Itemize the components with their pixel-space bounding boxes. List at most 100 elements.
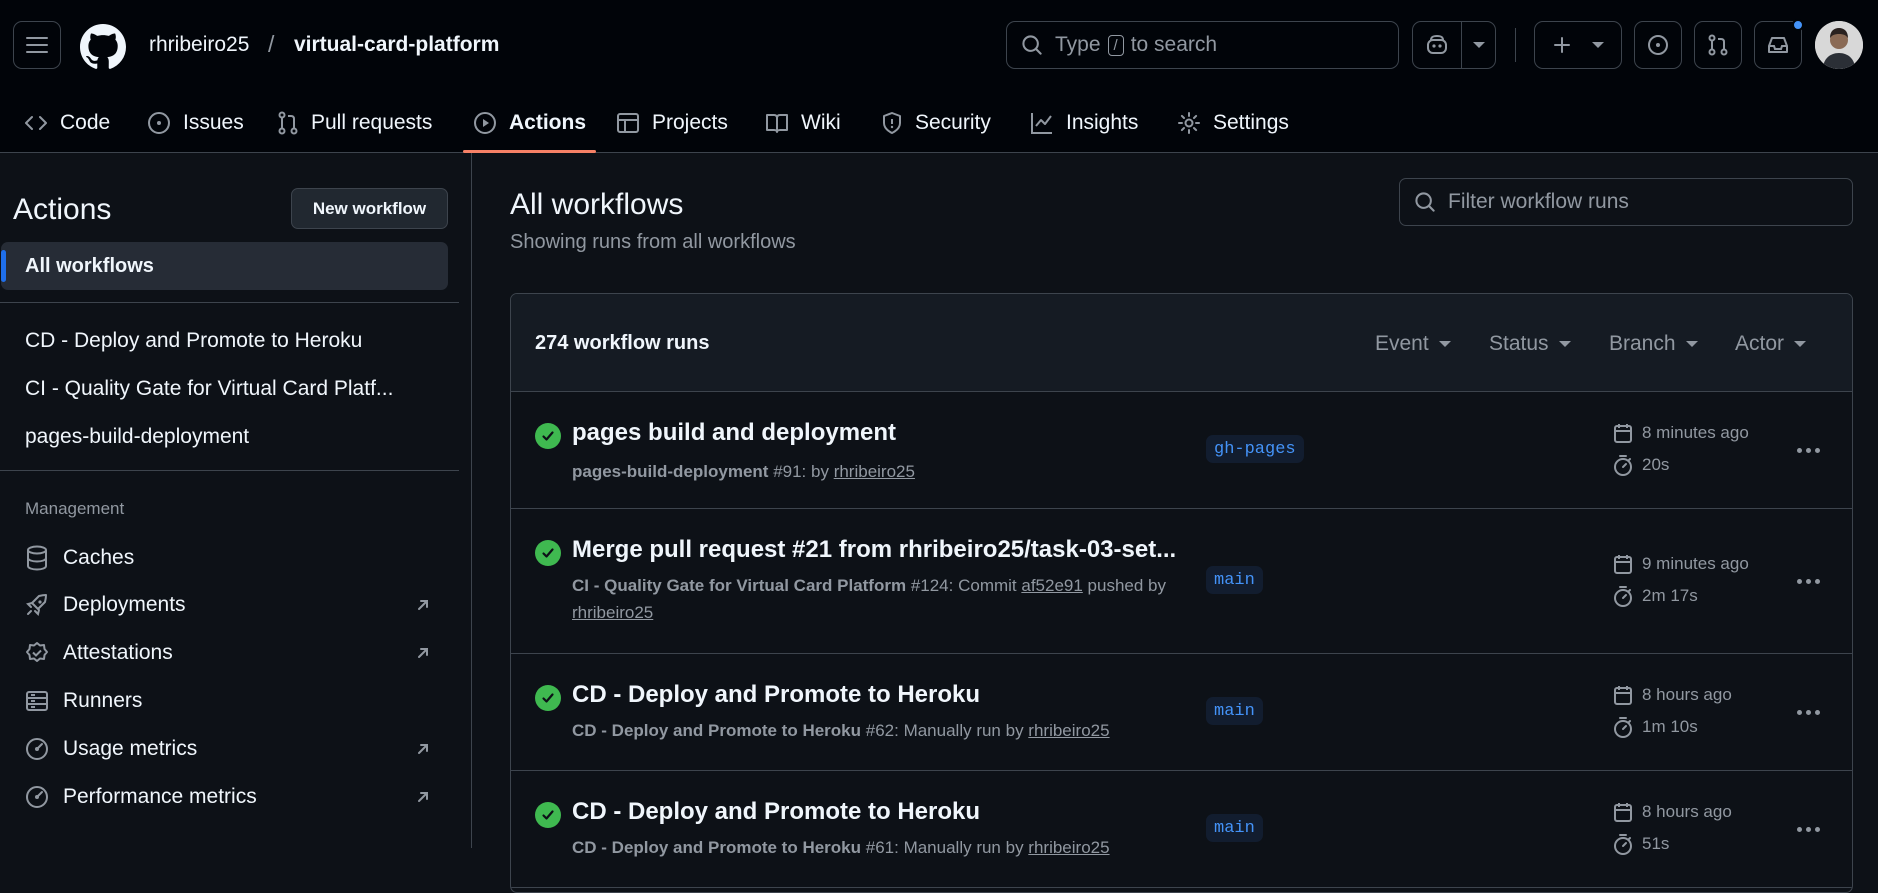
workflow-run-row[interactable]: pages build and deployment pages-build-d… bbox=[511, 392, 1852, 509]
git-pull-request-icon bbox=[277, 111, 299, 135]
branch-label[interactable]: gh-pages bbox=[1206, 435, 1304, 463]
your-issues-button[interactable] bbox=[1634, 21, 1682, 69]
sidebar-workflow-ci[interactable]: CI - Quality Gate for Virtual Card Platf… bbox=[25, 377, 393, 401]
workflow-run-row[interactable]: CD - Deploy and Promote to Heroku CD - D… bbox=[511, 654, 1852, 771]
meter-icon bbox=[25, 785, 49, 809]
gear-icon bbox=[1177, 111, 1201, 135]
git-pull-request-icon bbox=[1708, 34, 1728, 56]
sidebar-title: Actions bbox=[13, 193, 112, 226]
branch-label[interactable]: main bbox=[1206, 697, 1263, 725]
run-actor-link[interactable]: rhribeiro25 bbox=[572, 603, 653, 622]
run-title-link[interactable]: CD - Deploy and Promote to Heroku bbox=[572, 681, 980, 709]
run-actor-link[interactable]: rhribeiro25 bbox=[1028, 721, 1109, 740]
book-icon bbox=[765, 112, 789, 134]
workflow-run-row[interactable]: CD - Deploy and Promote to Heroku CD - D… bbox=[511, 771, 1852, 888]
run-detail: #91: by bbox=[768, 462, 834, 481]
sidebar-item-attestations[interactable]: Attestations bbox=[25, 641, 173, 665]
performance-metrics-label: Performance metrics bbox=[63, 785, 257, 808]
your-pull-requests-button[interactable] bbox=[1694, 21, 1742, 69]
repo-name-link[interactable]: virtual-card-platform bbox=[294, 33, 499, 57]
tab-wiki[interactable]: Wiki bbox=[765, 92, 841, 153]
sidebar-workflow-pages[interactable]: pages-build-deployment bbox=[25, 425, 249, 449]
chevron-down-icon bbox=[1685, 341, 1698, 347]
run-workflow-name: CD - Deploy and Promote to Heroku bbox=[572, 721, 862, 740]
global-search-input[interactable]: Type / to search bbox=[1006, 21, 1399, 69]
run-title-link[interactable]: CD - Deploy and Promote to Heroku bbox=[572, 798, 980, 826]
tab-projects-label: Projects bbox=[652, 110, 728, 134]
kebab-horizontal-icon[interactable] bbox=[1797, 710, 1820, 715]
actions-sidebar: Actions New workflow All workflows CD - … bbox=[0, 153, 472, 848]
tab-issues[interactable]: Issues bbox=[147, 92, 244, 153]
kebab-horizontal-icon[interactable] bbox=[1797, 448, 1820, 453]
sidebar-workflow-cd[interactable]: CD - Deploy and Promote to Heroku bbox=[25, 329, 362, 353]
branch-filter-dropdown[interactable]: Branch bbox=[1609, 332, 1698, 356]
sidebar-item-deployments[interactable]: Deployments bbox=[25, 593, 186, 617]
tab-settings-label: Settings bbox=[1213, 110, 1289, 134]
kebab-horizontal-icon[interactable] bbox=[1797, 579, 1820, 584]
tab-wiki-label: Wiki bbox=[801, 110, 841, 134]
run-commit-link[interactable]: af52e91 bbox=[1021, 576, 1082, 595]
chevron-down-icon bbox=[1558, 341, 1571, 347]
graph-icon bbox=[1030, 111, 1054, 135]
search-shortcut-key: / bbox=[1107, 34, 1124, 56]
copilot-button[interactable] bbox=[1412, 21, 1496, 69]
workflow-run-row[interactable]: Merge pull request #21 from rhribeiro25/… bbox=[511, 509, 1852, 654]
check-circle-icon bbox=[535, 423, 561, 449]
table-icon bbox=[616, 111, 640, 135]
branch-label[interactable]: main bbox=[1206, 566, 1263, 594]
tab-pull-requests[interactable]: Pull requests bbox=[277, 92, 432, 153]
run-actor-link[interactable]: rhribeiro25 bbox=[834, 462, 915, 481]
new-workflow-button[interactable]: New workflow bbox=[291, 188, 448, 229]
hamburger-icon bbox=[26, 37, 48, 53]
workflow-runs-list: 274 workflow runs Event Status Branch Ac… bbox=[510, 293, 1853, 893]
create-new-button[interactable] bbox=[1534, 21, 1622, 69]
tab-actions[interactable]: Actions bbox=[462, 92, 597, 153]
copilot-divider bbox=[1461, 22, 1462, 68]
branch-label[interactable]: main bbox=[1206, 814, 1263, 842]
run-timestamp: 8 hours ago bbox=[1613, 684, 1732, 706]
run-timestamp: 8 hours ago bbox=[1613, 801, 1732, 823]
runners-label: Runners bbox=[63, 689, 143, 712]
repo-owner-link[interactable]: rhribeiro25 bbox=[149, 33, 249, 57]
event-filter-dropdown[interactable]: Event bbox=[1375, 332, 1451, 356]
shield-icon bbox=[881, 111, 903, 135]
run-detail: #62: Manually run by bbox=[861, 721, 1029, 740]
tab-settings[interactable]: Settings bbox=[1177, 92, 1289, 153]
sidebar-item-usage-metrics[interactable]: Usage metrics bbox=[25, 737, 197, 761]
attestations-label: Attestations bbox=[63, 641, 173, 664]
copilot-dropdown-icon[interactable] bbox=[1473, 42, 1485, 48]
run-title-link[interactable]: Merge pull request #21 from rhribeiro25/… bbox=[572, 536, 1176, 564]
play-icon bbox=[473, 111, 497, 135]
external-link-icon bbox=[414, 644, 432, 662]
tab-code[interactable]: Code bbox=[24, 92, 110, 153]
status-filter-dropdown[interactable]: Status bbox=[1489, 332, 1571, 356]
global-header: rhribeiro25 / virtual-card-platform Type… bbox=[0, 0, 1878, 153]
actor-filter-dropdown[interactable]: Actor bbox=[1735, 332, 1807, 356]
sidebar-item-all-workflows[interactable]: All workflows bbox=[1, 242, 448, 290]
usage-metrics-label: Usage metrics bbox=[63, 737, 198, 760]
sidebar-item-runners[interactable]: Runners bbox=[25, 689, 142, 713]
run-timestamp: 8 minutes ago bbox=[1613, 422, 1749, 444]
actor-filter-label: Actor bbox=[1735, 332, 1785, 355]
run-duration: 1m 10s bbox=[1613, 716, 1698, 738]
kebab-horizontal-icon[interactable] bbox=[1797, 827, 1820, 832]
tab-projects[interactable]: Projects bbox=[616, 92, 728, 153]
sidebar-item-label: All workflows bbox=[25, 255, 154, 277]
run-when: 8 minutes ago bbox=[1642, 423, 1749, 442]
github-logo-icon[interactable] bbox=[80, 24, 126, 70]
sidebar-item-caches[interactable]: Caches bbox=[25, 545, 134, 571]
menu-button[interactable] bbox=[13, 21, 61, 69]
sidebar-divider bbox=[0, 470, 459, 471]
top-bar: rhribeiro25 / virtual-card-platform Type… bbox=[0, 0, 1878, 92]
filter-placeholder: Filter workflow runs bbox=[1448, 190, 1629, 213]
run-timestamp: 9 minutes ago bbox=[1613, 553, 1749, 575]
calendar-icon bbox=[1614, 424, 1632, 443]
filter-workflow-runs-input[interactable]: Filter workflow runs bbox=[1399, 178, 1853, 226]
user-avatar[interactable] bbox=[1815, 21, 1863, 69]
tab-insights[interactable]: Insights bbox=[1030, 92, 1138, 153]
sidebar-item-performance-metrics[interactable]: Performance metrics bbox=[25, 785, 257, 809]
tab-security[interactable]: Security bbox=[881, 92, 991, 153]
management-heading: Management bbox=[25, 499, 125, 518]
notification-indicator bbox=[1792, 19, 1804, 31]
run-title-link[interactable]: pages build and deployment bbox=[572, 419, 896, 447]
